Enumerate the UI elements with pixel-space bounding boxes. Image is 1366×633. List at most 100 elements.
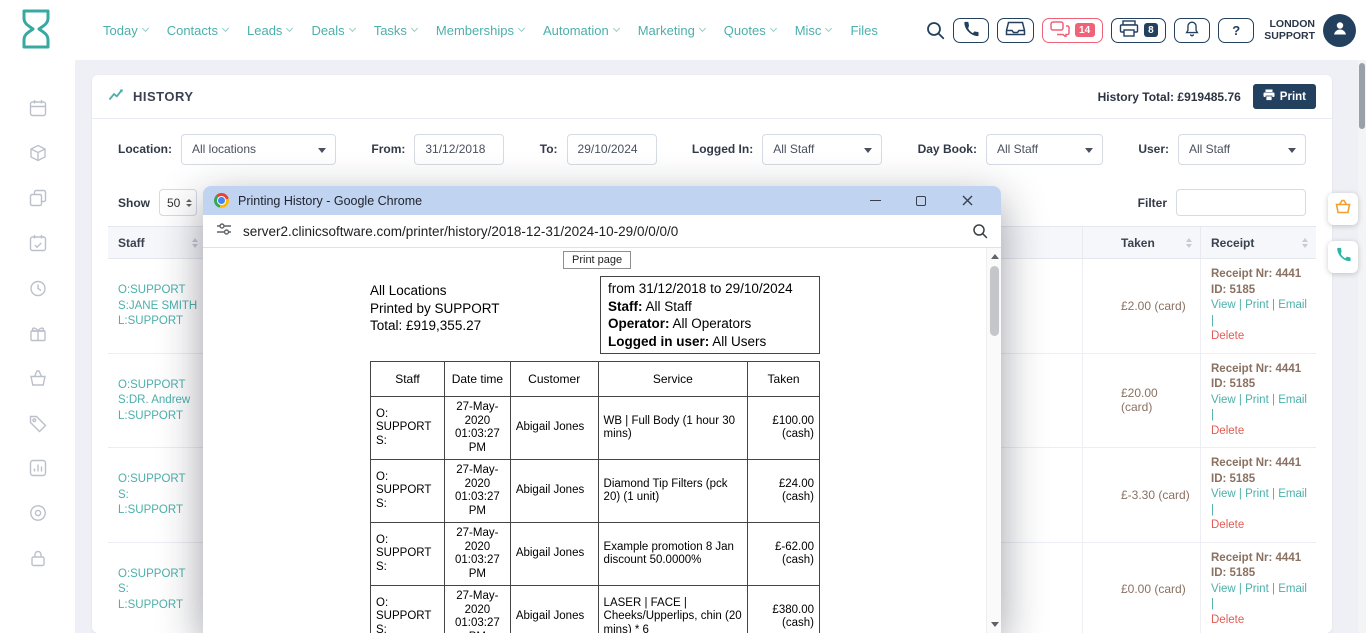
view-link[interactable]: View [1211, 299, 1236, 311]
page-size-select[interactable]: 50 [159, 189, 197, 216]
cart-fab[interactable] [1328, 193, 1358, 225]
chevron-down-icon [699, 25, 706, 32]
package-icon[interactable] [28, 143, 48, 163]
print-page-button[interactable]: Print page [563, 251, 631, 269]
scroll-down-icon[interactable] [991, 622, 999, 627]
chevron-down-icon [286, 25, 293, 32]
inbox-button[interactable] [997, 18, 1034, 43]
nav-memberships[interactable]: Memberships [436, 23, 524, 38]
topbar-actions: 14 8 ? LONDON SUPPORT [926, 0, 1356, 60]
print-icon [1263, 89, 1275, 104]
gift-icon[interactable] [28, 323, 48, 343]
printer-button[interactable]: 8 [1111, 18, 1167, 43]
basket-icon[interactable] [28, 368, 48, 388]
chevron-down-icon [142, 25, 149, 32]
scrollbar-thumb[interactable] [990, 266, 999, 336]
nav-files[interactable]: Files [850, 23, 877, 38]
nav-marketing[interactable]: Marketing [638, 23, 705, 38]
sort-icon[interactable] [1186, 238, 1192, 248]
popup-title-bar[interactable]: Printing History - Google Chrome [203, 186, 1001, 215]
location-select[interactable]: All locations [181, 134, 336, 165]
to-date-input[interactable]: 29/10/2024 [567, 134, 657, 165]
rooms-icon[interactable] [28, 188, 48, 208]
avatar[interactable] [1323, 14, 1356, 47]
view-link[interactable]: View [1211, 488, 1236, 500]
scroll-up-icon[interactable] [991, 254, 999, 259]
phone-button[interactable] [953, 18, 989, 43]
chevron-down-icon [349, 25, 356, 32]
day-book-select[interactable]: All Staff [986, 134, 1103, 165]
staff-header[interactable]: Staff [108, 227, 204, 258]
bell-icon [1183, 20, 1201, 40]
view-link[interactable]: View [1211, 583, 1236, 595]
chat-button[interactable]: 14 [1042, 18, 1103, 43]
nav-misc[interactable]: Misc [795, 23, 832, 38]
close-button[interactable] [944, 186, 990, 215]
offers-tag-icon[interactable] [28, 413, 48, 433]
nav-today[interactable]: Today [103, 23, 148, 38]
page-scrollbar[interactable] [1358, 60, 1366, 633]
phone-icon [1335, 247, 1351, 267]
print-link[interactable]: Print [1245, 394, 1269, 406]
nav-deals[interactable]: Deals [311, 23, 354, 38]
spinner-icon [186, 199, 192, 207]
history-total: History Total: £919485.76 [1098, 90, 1241, 104]
logged-in-select[interactable]: All Staff [762, 134, 882, 165]
bookings-icon[interactable] [28, 233, 48, 253]
clinicsoftware-logo[interactable] [18, 8, 54, 55]
minimize-button[interactable] [852, 186, 898, 215]
print-table-row: O: SUPPORTS: 27-May-2020 01:03:27 PM Abi… [371, 523, 820, 586]
nav-tasks[interactable]: Tasks [374, 23, 417, 38]
history-icon[interactable] [28, 278, 48, 298]
calendar-icon[interactable] [28, 98, 48, 118]
notifications-button[interactable] [1174, 18, 1210, 43]
zoom-icon[interactable] [972, 223, 988, 239]
print-link[interactable]: Print [1245, 488, 1269, 500]
email-link[interactable]: Email [1278, 299, 1307, 311]
receipt-cell: Receipt Nr: 4441 ID: 5185 View | Print |… [1200, 354, 1316, 448]
targets-icon[interactable] [28, 503, 48, 523]
url-text[interactable]: server2.clinicsoftware.com/printer/histo… [243, 224, 678, 239]
nav-automation[interactable]: Automation [543, 23, 619, 38]
scrollbar-thumb[interactable] [1359, 63, 1365, 129]
delete-link[interactable]: Delete [1211, 424, 1244, 440]
sidebar [0, 60, 75, 633]
email-link[interactable]: Email [1278, 583, 1307, 595]
chart-icon [108, 88, 125, 106]
view-link[interactable]: View [1211, 394, 1236, 406]
popup-scrollbar[interactable] [986, 248, 1001, 633]
print-history-table: Staff Date time Customer Service Taken O… [370, 361, 820, 633]
history-header: HISTORY History Total: £919485.76 Print [92, 75, 1332, 119]
from-date-input[interactable]: 31/12/2018 [414, 134, 504, 165]
nav-contacts[interactable]: Contacts [167, 23, 228, 38]
sort-icon[interactable] [192, 238, 198, 248]
nav-leads[interactable]: Leads [247, 23, 292, 38]
reports-icon[interactable] [28, 458, 48, 478]
filter-input[interactable] [1176, 189, 1306, 216]
phone-fab[interactable] [1328, 241, 1358, 273]
receipt-header[interactable]: Receipt [1200, 227, 1316, 258]
delete-link[interactable]: Delete [1211, 613, 1244, 629]
user-filter: User: All Staff [1138, 134, 1306, 165]
print-button[interactable]: Print [1253, 84, 1316, 109]
maximize-button[interactable] [898, 186, 944, 215]
delete-link[interactable]: Delete [1211, 518, 1244, 534]
printer-icon [1119, 20, 1139, 40]
site-settings-icon[interactable] [216, 221, 232, 242]
sort-icon[interactable] [1302, 238, 1308, 248]
user-select[interactable]: All Staff [1178, 134, 1306, 165]
receipt-cell: Receipt Nr: 4441 ID: 5185 View | Print |… [1200, 448, 1316, 542]
print-link[interactable]: Print [1245, 583, 1269, 595]
email-link[interactable]: Email [1278, 394, 1307, 406]
delete-link[interactable]: Delete [1211, 329, 1244, 345]
search-icon[interactable] [926, 21, 945, 40]
print-summary-left: All Locations Printed by SUPPORT Total: … [370, 276, 600, 354]
help-button[interactable]: ? [1218, 18, 1254, 43]
email-link[interactable]: Email [1278, 488, 1307, 500]
popup-content: Print page All Locations Printed by SUPP… [203, 248, 1001, 633]
print-link[interactable]: Print [1245, 299, 1269, 311]
lock-icon[interactable] [28, 548, 48, 568]
taken-cell: £0.00 (card) [1082, 543, 1200, 633]
taken-header[interactable]: Taken [1082, 227, 1200, 258]
nav-quotes[interactable]: Quotes [724, 23, 776, 38]
